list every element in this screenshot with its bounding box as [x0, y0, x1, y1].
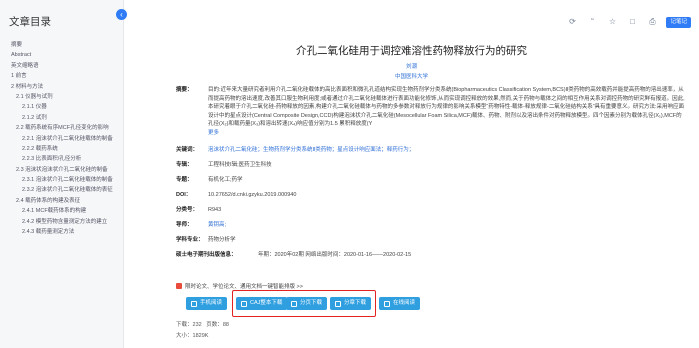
journal-value: 工程科技Ⅰ辑;医药卫生科技 — [208, 162, 272, 168]
toc-item[interactable]: 2.1.1 仪器 — [0, 102, 123, 112]
doi-row: DOI： 10.27652/d.cnki.gzyku.2019.000940 — [176, 191, 687, 200]
abstract-text-wrap: 目的:近年来大量研究者利用介孔二氧化硅载体的高比表面积和微孔孔道结构实现生物药剂… — [208, 86, 687, 137]
class-label: 分类号： — [176, 207, 199, 213]
button-label: CAJ整本下载 — [250, 300, 283, 306]
abstract-row: 摘要： 目的:近年来大量研究者利用介孔二氧化硅载体的高比表面积和微孔孔道结构实现… — [176, 86, 687, 137]
button-label: 分章下载 — [344, 300, 367, 306]
toc-item[interactable]: Abstract — [0, 50, 123, 60]
bookmark-icon[interactable]: □ — [626, 16, 638, 28]
quote-icon[interactable]: “ — [586, 16, 598, 28]
toc-item[interactable]: 2.4.1 MCF载药体系的构建 — [0, 206, 123, 216]
advisor-label: 导师： — [176, 222, 193, 228]
toc-item[interactable]: 2.2 载药系统有序MCF孔径变化的影响 — [0, 123, 123, 133]
button-label: 在线阅读 — [393, 300, 416, 306]
major-label: 学科专业： — [176, 237, 204, 243]
keywords-row: 关键词： 泡沫状介孔二氧化硅；生物药剂学分类系统Ⅱ类药物；星点设计响应面法；释药… — [176, 146, 687, 155]
pages-value: 88 — [222, 322, 229, 328]
advisor-link[interactable]: 黄钥高; — [208, 221, 687, 230]
page-download-button[interactable]: 分页下载 — [286, 297, 328, 310]
download-icon — [241, 300, 247, 307]
caj-download-button[interactable]: CAJ整本下载 — [236, 297, 288, 310]
toc-item[interactable]: 2 材料与方法 — [0, 82, 123, 92]
sidebar-title: 文章目录 — [9, 16, 51, 28]
pub-row: 硕士电子期刊出版信息： 年期：2020年02期 网络出版时间：2020-01-1… — [176, 251, 687, 260]
abstract-text: 目的:近年来大量研究者利用介孔二氧化硅载体的高比表面积和微孔孔道结构实现生物药剂… — [208, 87, 685, 127]
sidebar: 文章目录 摘要 Abstract 英文缩略语 1 前言 2 材料与方法 2.1 … — [0, 0, 124, 348]
table-of-contents: 摘要 Abstract 英文缩略语 1 前言 2 材料与方法 2.1 仪器与试剂… — [0, 40, 123, 237]
pages-label: 页数： — [206, 322, 223, 328]
toc-item[interactable]: 2.1.2 试剂 — [0, 113, 123, 123]
keywords-links[interactable]: 泡沫状介孔二氧化硅；生物药剂学分类系统Ⅱ类药物；星点设计响应面法；释药行为； — [208, 146, 687, 155]
toc-item[interactable]: 2.4.3 载药量测定方法 — [0, 227, 123, 237]
article-title: 介孔二氧化硅用于调控难溶性药物释放行为的研究 — [296, 45, 527, 57]
star-icon[interactable]: ☆ — [606, 16, 618, 28]
major-row: 学科专业： 药物分析学 — [176, 236, 687, 245]
topic-label: 专题： — [176, 177, 193, 183]
downloads-value: 232 — [192, 322, 202, 328]
chevron-left-icon[interactable]: ‹ — [116, 9, 127, 20]
toc-item[interactable]: 2.2.1 泡沫状介孔二氧化硅载体的制备 — [0, 134, 123, 144]
toc-item[interactable]: 2.2.2 载药系统 — [0, 144, 123, 154]
keywords-label: 关键词： — [176, 147, 199, 153]
size-label: 大小： — [176, 333, 193, 339]
size-value: 1829K — [192, 333, 209, 339]
toc-item[interactable]: 2.4.2 模型药物含量测定方法的建立 — [0, 217, 123, 227]
share-icon[interactable]: ⟳ — [566, 16, 578, 28]
button-label: 手机阅读 — [200, 300, 223, 306]
pub-label: 硕士电子期刊出版信息： — [176, 252, 237, 258]
toc-item[interactable]: 摘要 — [0, 40, 123, 50]
doi-label: DOI： — [176, 192, 192, 198]
downloads-label: 下载： — [176, 322, 193, 328]
abstract-label: 摘要： — [176, 87, 193, 93]
abstract-more-link[interactable]: 更多 — [208, 129, 687, 138]
download-stats: 下载：232 页数：88 — [176, 320, 229, 328]
chapter-download-button[interactable]: 分章下载 — [330, 297, 372, 310]
size-stats: 大小：1829K — [176, 331, 208, 339]
phone-icon — [191, 300, 197, 307]
button-label: 分页下载 — [300, 300, 323, 306]
print-icon[interactable]: ⎙ — [646, 16, 658, 28]
online-read-button[interactable]: 在线阅读 — [379, 297, 421, 310]
toc-item[interactable]: 2.2.3 比表面积/孔径分析 — [0, 154, 123, 164]
toc-item[interactable]: 2.1 仪器与试剂 — [0, 92, 123, 102]
toc-item[interactable]: 2.4 载药体系的构建及表征 — [0, 196, 123, 206]
toc-item[interactable]: 1 前言 — [0, 71, 123, 81]
journal-row: 专辑： 工程科技Ⅰ辑;医药卫生科技 — [176, 161, 687, 170]
topic-value: 有机化工;药学 — [208, 177, 243, 183]
major-value: 药物分析学 — [208, 237, 236, 243]
journal-label: 专辑： — [176, 162, 193, 168]
notice-icon — [176, 283, 182, 289]
topic-row: 专题： 有机化工;药学 — [176, 176, 687, 185]
author-link[interactable]: 刘潮 — [124, 62, 699, 70]
download-icon — [335, 300, 341, 307]
pub-value: 年期：2020年02期 网络出版时间：2020-01-16——2020-02-1… — [258, 252, 412, 258]
advisor-row: 导师： 黄钥高; — [176, 221, 687, 230]
toc-item[interactable]: 2.3 泡沫状泡沫状介孔二氧化硅的制备 — [0, 165, 123, 175]
notice-text: 限时论文、学位论文、通用文档一键智能排版 >> — [185, 284, 303, 290]
format-notice[interactable]: 限时论文、学位论文、通用文档一键智能排版 >> — [176, 282, 303, 290]
read-icon — [384, 300, 390, 307]
mobile-read-button[interactable]: 手机阅读 — [186, 297, 228, 310]
article-toolbar: ⟳ “ ☆ □ ⎙ 记笔记 — [566, 16, 691, 28]
toc-item[interactable]: 2.3.2 泡沫状介孔二氧化硅载体的表征 — [0, 185, 123, 195]
doi-value: 10.27652/d.cnki.gzyku.2019.000940 — [208, 192, 297, 198]
toc-item[interactable]: 2.3.1 泡沫状介孔二氧化硅载体的制备 — [0, 175, 123, 185]
toc-item[interactable]: 英文缩略语 — [0, 61, 123, 71]
download-icon — [291, 300, 297, 307]
note-button[interactable]: 记笔记 — [666, 16, 691, 28]
class-value: R943 — [208, 207, 222, 213]
organization-link[interactable]: 中国医科大学 — [124, 72, 699, 80]
class-row: 分类号： R943 — [176, 206, 687, 215]
